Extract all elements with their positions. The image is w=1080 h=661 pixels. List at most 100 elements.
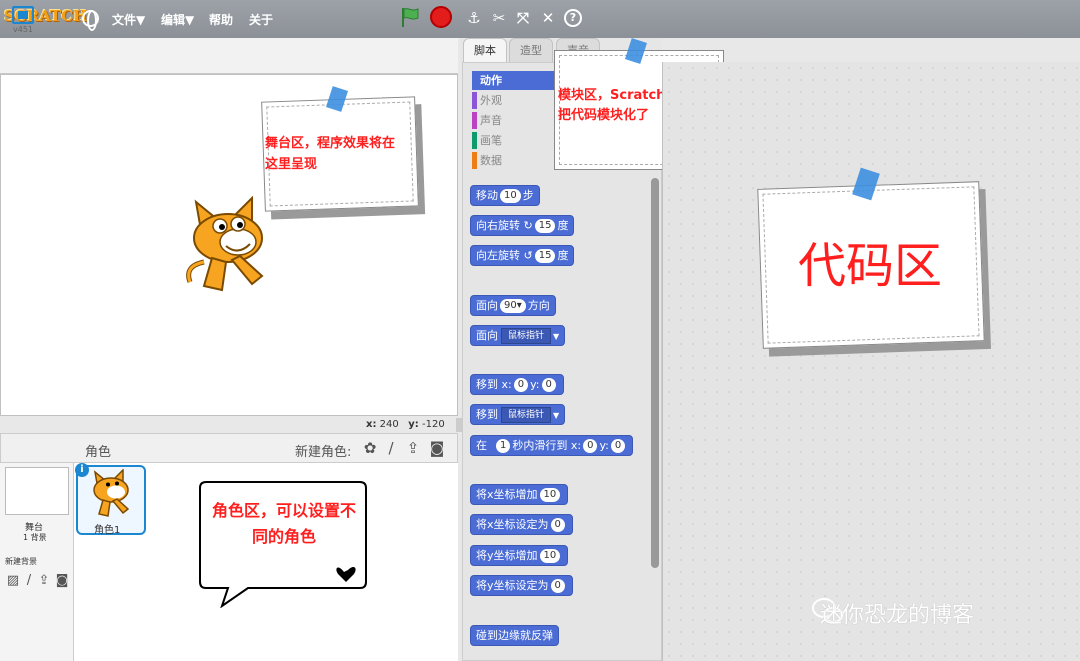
sprite-note-text: 角色区，可以设置不同的角色 bbox=[211, 501, 356, 546]
block-point-direction[interactable]: 面向 90▾ 方向 bbox=[470, 295, 556, 316]
menu-edit[interactable]: 编辑▼ bbox=[161, 11, 194, 28]
block-turn-right[interactable]: 向右旋转 ↻ 15 度 bbox=[470, 215, 575, 236]
menu-file[interactable]: 文件▼ bbox=[112, 11, 145, 28]
sprite-thumb-cat-icon bbox=[93, 469, 130, 517]
coord-y-label: y: bbox=[408, 419, 419, 430]
block-point-direction-unit: 方向 bbox=[527, 299, 550, 312]
block-point-towards-dropdown[interactable]: 鼠标指针 bbox=[501, 328, 552, 344]
block-glide[interactable]: 在 1 秒内滑行到 x: 0 y: 0 bbox=[470, 435, 634, 456]
green-flag-icon[interactable] bbox=[399, 6, 421, 28]
x-label-2: x: bbox=[570, 439, 582, 452]
camera-icon[interactable]: ◙ bbox=[428, 439, 446, 457]
category-pen[interactable]: 画笔 bbox=[472, 131, 558, 150]
mouse-coordinates: x: 240 y: -120 bbox=[366, 419, 445, 430]
block-set-x[interactable]: 将x坐标设定为 0 bbox=[470, 514, 573, 535]
chevron-down-icon: ▼ bbox=[553, 332, 560, 341]
help-question-icon[interactable]: ? bbox=[564, 9, 582, 27]
stop-icon[interactable] bbox=[430, 6, 452, 28]
block-move-unit: 步 bbox=[522, 189, 534, 202]
block-bounce[interactable]: 碰到边缘就反弹 bbox=[470, 625, 559, 646]
tab-costumes[interactable]: 造型 bbox=[509, 38, 553, 62]
cat-sprite-icon[interactable] bbox=[182, 196, 274, 296]
block-turn-right-input[interactable]: 15 bbox=[534, 219, 556, 233]
block-turn-left-label: 向左旋转 bbox=[476, 249, 520, 262]
block-change-x-label: 将x坐标增加 bbox=[476, 488, 538, 501]
stage-thumbnail[interactable] bbox=[5, 467, 69, 515]
block-move-label: 移动 bbox=[476, 189, 498, 202]
y-label-2: y: bbox=[599, 439, 609, 452]
block-set-y-input[interactable]: 0 bbox=[550, 579, 565, 593]
block-point-direction-input[interactable]: 90▾ bbox=[500, 299, 526, 313]
block-turn-right-label: 向右旋转 bbox=[476, 219, 520, 232]
block-goto[interactable]: 移到 鼠标指针 ▼ bbox=[470, 404, 566, 425]
backdrop-upload-icon[interactable]: ⇪ bbox=[35, 572, 53, 590]
block-glide-secs-input[interactable]: 1 bbox=[496, 439, 511, 453]
block-change-y[interactable]: 将y坐标增加 10 bbox=[470, 545, 569, 566]
language-globe-icon[interactable] bbox=[82, 10, 99, 31]
coord-x-label: x: bbox=[366, 419, 377, 430]
block-set-x-label: 将x坐标设定为 bbox=[476, 518, 549, 531]
block-turn-left[interactable]: 向左旋转 ↺ 15 度 bbox=[470, 245, 575, 266]
coord-y-value: -120 bbox=[422, 419, 445, 430]
block-glide-mid: 秒内滑行到 bbox=[512, 439, 568, 452]
chevron-down-icon-2: ▼ bbox=[553, 411, 560, 420]
block-point-direction-label: 面向 bbox=[476, 299, 498, 312]
block-goto-xy[interactable]: 移到 x: 0 y: 0 bbox=[470, 374, 564, 395]
backdrop-camera-icon[interactable]: ◙ bbox=[53, 572, 71, 590]
block-turn-left-unit: 度 bbox=[557, 249, 569, 262]
delete-scissors-icon[interactable]: ✂ bbox=[490, 9, 508, 27]
block-goto-xy-label: 移到 bbox=[476, 378, 498, 391]
backdrop-count: 1 背景 bbox=[23, 533, 47, 542]
menu-about[interactable]: 关于 bbox=[249, 11, 273, 28]
category-sound[interactable]: 声音 bbox=[472, 111, 558, 130]
block-turn-right-unit: 度 bbox=[557, 219, 569, 232]
coord-x-value: 240 bbox=[379, 419, 399, 430]
block-point-towards[interactable]: 面向 鼠标指针 ▼ bbox=[470, 325, 566, 346]
palette-scrollbar[interactable] bbox=[651, 178, 659, 568]
paint-brush-icon[interactable]: / bbox=[382, 439, 400, 457]
script-area[interactable] bbox=[662, 62, 1080, 661]
stage-header bbox=[0, 38, 458, 74]
duplicate-stamp-icon[interactable]: ⚓ bbox=[465, 9, 483, 27]
scratch-editor: SCRATCH 文件▼ 编辑▼ 帮助 关于 ⚓ ✂ ⤧ ✕ ? v451 舞台区… bbox=[0, 0, 1080, 661]
block-change-y-input[interactable]: 10 bbox=[539, 549, 561, 563]
menu-bar: SCRATCH 文件▼ 编辑▼ 帮助 关于 ⚓ ✂ ⤧ ✕ ? bbox=[0, 0, 1080, 38]
category-motion[interactable]: 动作 bbox=[472, 71, 558, 90]
tab-scripts[interactable]: 脚本 bbox=[463, 38, 507, 62]
block-change-x[interactable]: 将x坐标增加 10 bbox=[470, 484, 569, 505]
y-label: y: bbox=[530, 378, 540, 391]
block-set-y-label: 将y坐标设定为 bbox=[476, 579, 549, 592]
stage-note-text: 舞台区，程序效果将在这里呈现 bbox=[265, 136, 396, 172]
block-set-y[interactable]: 将y坐标设定为 0 bbox=[470, 575, 573, 596]
watermark-text: 迷你恐龙的博客 bbox=[820, 603, 975, 628]
category-data[interactable]: 数据 bbox=[472, 151, 558, 170]
category-looks[interactable]: 外观 bbox=[472, 91, 558, 110]
fullscreen-icon[interactable] bbox=[12, 6, 34, 24]
rotate-ccw-icon: ↺ bbox=[523, 249, 533, 262]
block-glide-y-input[interactable]: 0 bbox=[610, 439, 626, 453]
sprite-panel-title: 角色 bbox=[85, 445, 112, 460]
block-move[interactable]: 移动 10 步 bbox=[470, 185, 540, 206]
script-note-text: 代码区 bbox=[797, 238, 942, 294]
x-label: x: bbox=[501, 378, 512, 391]
shrink-icon[interactable]: ✕ bbox=[539, 9, 557, 27]
block-turn-left-input[interactable]: 15 bbox=[534, 249, 556, 263]
rotate-cw-icon: ↻ bbox=[523, 219, 533, 232]
block-goto-y-input[interactable]: 0 bbox=[541, 378, 556, 392]
upload-icon[interactable]: ⇪ bbox=[404, 439, 422, 457]
block-move-input[interactable]: 10 bbox=[500, 189, 521, 203]
block-change-y-label: 将y坐标增加 bbox=[476, 549, 538, 562]
block-glide-pre: 在 bbox=[476, 439, 487, 452]
block-change-x-input[interactable]: 10 bbox=[539, 488, 561, 502]
block-bounce-label: 碰到边缘就反弹 bbox=[476, 629, 553, 642]
grow-icon[interactable]: ⤧ bbox=[514, 9, 532, 27]
block-goto-dropdown[interactable]: 鼠标指针 bbox=[501, 407, 552, 423]
block-goto-x-input[interactable]: 0 bbox=[513, 378, 529, 392]
info-icon[interactable]: i bbox=[75, 463, 89, 477]
new-backdrop-label: 新建背景 bbox=[5, 557, 37, 566]
block-set-x-input[interactable]: 0 bbox=[550, 518, 565, 532]
sprite-library-icon[interactable]: ✿ bbox=[361, 439, 379, 457]
block-glide-x-input[interactable]: 0 bbox=[583, 439, 598, 453]
menu-help[interactable]: 帮助 bbox=[209, 11, 233, 28]
block-goto-label: 移到 bbox=[476, 408, 498, 421]
